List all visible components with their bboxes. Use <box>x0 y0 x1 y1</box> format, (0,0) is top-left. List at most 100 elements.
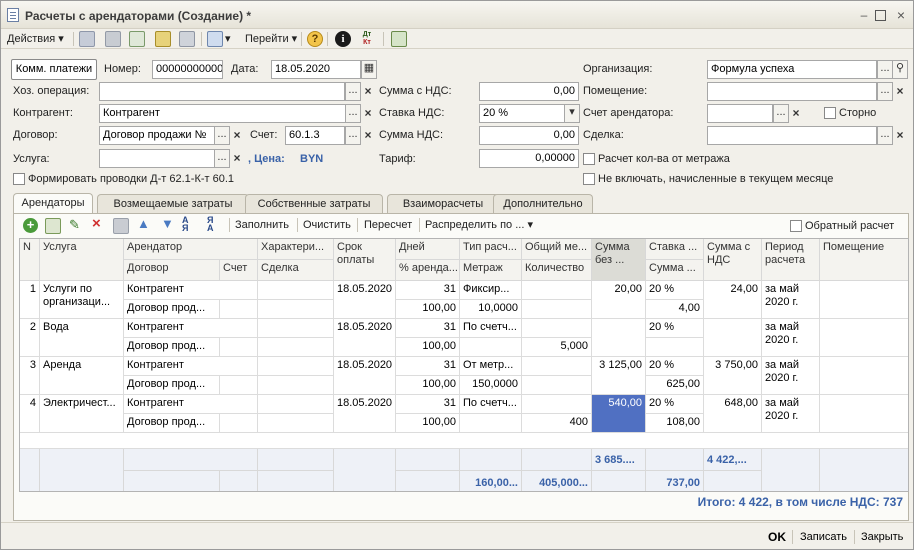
move-down-icon[interactable]: ▼ <box>161 216 174 231</box>
rate-cell[interactable]: 20 % <box>646 395 704 414</box>
deal-cell[interactable] <box>258 376 334 395</box>
service-select-button[interactable]: ... <box>214 149 230 168</box>
room-cell[interactable] <box>820 357 908 395</box>
deal-field[interactable] <box>707 126 877 145</box>
meter-calc-checkbox[interactable] <box>583 153 595 165</box>
type-cell[interactable]: По счетч... <box>460 395 522 414</box>
col-due-header[interactable]: Срок оплаты <box>334 239 396 281</box>
col-n-header[interactable]: N <box>20 239 40 281</box>
service-field[interactable] <box>99 149 215 168</box>
tab-settlements[interactable]: Взаиморасчеты <box>387 194 499 213</box>
deal-cell[interactable] <box>258 338 334 357</box>
account-select-button[interactable]: ... <box>345 126 361 145</box>
sumvat-cell[interactable]: 648,00 <box>704 395 762 433</box>
date-field[interactable]: 18.05.2020 <box>271 60 361 79</box>
account-cell[interactable] <box>220 376 258 395</box>
tenants-table[interactable]: N Услуга Арендатор Договор Счет Характер… <box>19 238 909 492</box>
room-field[interactable] <box>707 82 877 101</box>
col-total-m-header[interactable]: Общий ме... <box>522 239 592 260</box>
maximize-icon[interactable] <box>875 10 886 21</box>
room-select-button[interactable]: ... <box>877 82 893 101</box>
account-cell[interactable] <box>220 338 258 357</box>
contract-cell[interactable]: Договор прод... <box>124 414 220 433</box>
n-cell[interactable]: 3 <box>20 357 40 395</box>
service-clear-icon[interactable]: × <box>230 149 244 168</box>
export-icon[interactable] <box>391 31 407 47</box>
total-m-cell[interactable] <box>522 319 592 338</box>
refresh-icon[interactable] <box>129 31 145 47</box>
add-row-icon[interactable]: + <box>23 218 38 233</box>
org-search-icon[interactable]: ⚲ <box>892 60 908 79</box>
n-cell[interactable]: 2 <box>20 319 40 357</box>
contract-cell[interactable]: Договор прод... <box>124 300 220 319</box>
total-m-cell[interactable] <box>522 395 592 414</box>
days-cell[interactable]: 31 <box>396 281 460 300</box>
period-cell[interactable]: за май 2020 г. <box>762 281 820 319</box>
sort-asc-icon[interactable]: AЯ <box>182 216 189 233</box>
clear-button[interactable]: Очистить <box>303 216 351 234</box>
col-rent-pct-header[interactable]: % аренда... <box>396 260 460 281</box>
close-window-icon[interactable]: × <box>894 8 908 22</box>
tab-reimbursable-costs[interactable]: Возмещаемые затраты <box>97 194 249 213</box>
n-cell[interactable]: 4 <box>20 395 40 433</box>
type-button[interactable]: Комм. платежи <box>11 59 97 80</box>
calendar-icon[interactable]: ▦ <box>361 60 377 79</box>
account-field[interactable]: 60.1.3 <box>285 126 345 145</box>
tariff-field[interactable]: 0,00000 <box>479 149 579 168</box>
sum-cell[interactable]: 20,00 <box>592 281 646 319</box>
type-cell[interactable]: Фиксир... <box>460 281 522 300</box>
tenant-cell[interactable]: Контрагент <box>124 281 258 300</box>
col-sum-header[interactable]: Сумма без ... <box>592 239 646 281</box>
characteristic-cell[interactable] <box>258 357 334 376</box>
col-account-header[interactable]: Счет <box>220 260 258 281</box>
room-clear-icon[interactable]: × <box>893 82 907 101</box>
tenant-account-field[interactable] <box>707 104 773 123</box>
sum-cell[interactable]: 540,00 <box>592 395 646 433</box>
contragent-select-button[interactable]: ... <box>345 104 361 123</box>
period-cell[interactable]: за май 2020 г. <box>762 319 820 357</box>
tab-tenants[interactable]: Арендаторы <box>13 193 93 214</box>
hoz-field[interactable] <box>99 82 345 101</box>
room-cell[interactable] <box>820 319 908 357</box>
account-cell[interactable] <box>220 414 258 433</box>
col-qty-header[interactable]: Количество <box>522 260 592 281</box>
reverse-calc-checkbox[interactable] <box>790 220 802 232</box>
period-cell[interactable]: за май 2020 г. <box>762 357 820 395</box>
posting-checkbox[interactable] <box>13 173 25 185</box>
rate-cell[interactable]: 20 % <box>646 281 704 300</box>
deal-clear-icon[interactable]: × <box>893 126 907 145</box>
due-cell[interactable]: 18.05.2020 <box>334 281 396 319</box>
sumvat-cell[interactable] <box>704 319 762 357</box>
pct-cell[interactable]: 100,00 <box>396 376 460 395</box>
actions-menu[interactable]: Действия ▾ <box>7 30 64 48</box>
save-button[interactable]: Записать <box>800 531 847 543</box>
tab-additional[interactable]: Дополнительно <box>493 194 593 213</box>
delete-row-icon[interactable]: × <box>92 215 101 232</box>
distribute-menu[interactable]: Распределить по ... ▾ <box>425 216 533 234</box>
rate-cell[interactable]: 20 % <box>646 319 704 338</box>
goto-arrow-icon[interactable] <box>207 31 223 47</box>
qty-cell[interactable]: 5,000 <box>522 338 592 357</box>
rate-cell[interactable]: 20 % <box>646 357 704 376</box>
total-m-cell[interactable] <box>522 281 592 300</box>
sort-desc-icon[interactable]: ЯA <box>207 216 214 233</box>
contract-cell[interactable]: Договор прод... <box>124 376 220 395</box>
structure-icon[interactable] <box>179 31 195 47</box>
service-cell[interactable]: Аренда <box>40 357 124 395</box>
days-cell[interactable]: 31 <box>396 395 460 414</box>
service-cell[interactable]: Услуги по организаци... <box>40 281 124 319</box>
area-cell[interactable]: 150,0000 <box>460 376 522 395</box>
col-sum-vat-header[interactable]: Сумма с НДС <box>704 239 762 281</box>
sumvat-cell[interactable]: 24,00 <box>704 281 762 319</box>
characteristic-cell[interactable] <box>258 281 334 300</box>
fill-button[interactable]: Заполнить <box>235 216 289 234</box>
col-area-header[interactable]: Метраж <box>460 260 522 281</box>
service-cell[interactable]: Электричест... <box>40 395 124 433</box>
pct-cell[interactable]: 100,00 <box>396 414 460 433</box>
recalc-button[interactable]: Пересчет <box>364 216 412 234</box>
service-cell[interactable]: Вода <box>40 319 124 357</box>
vat-cell[interactable]: 4,00 <box>646 300 704 319</box>
sum-vat-field[interactable]: 0,00 <box>479 82 579 101</box>
deal-cell[interactable] <box>258 414 334 433</box>
contragent-field[interactable]: Контрагент <box>99 104 361 123</box>
